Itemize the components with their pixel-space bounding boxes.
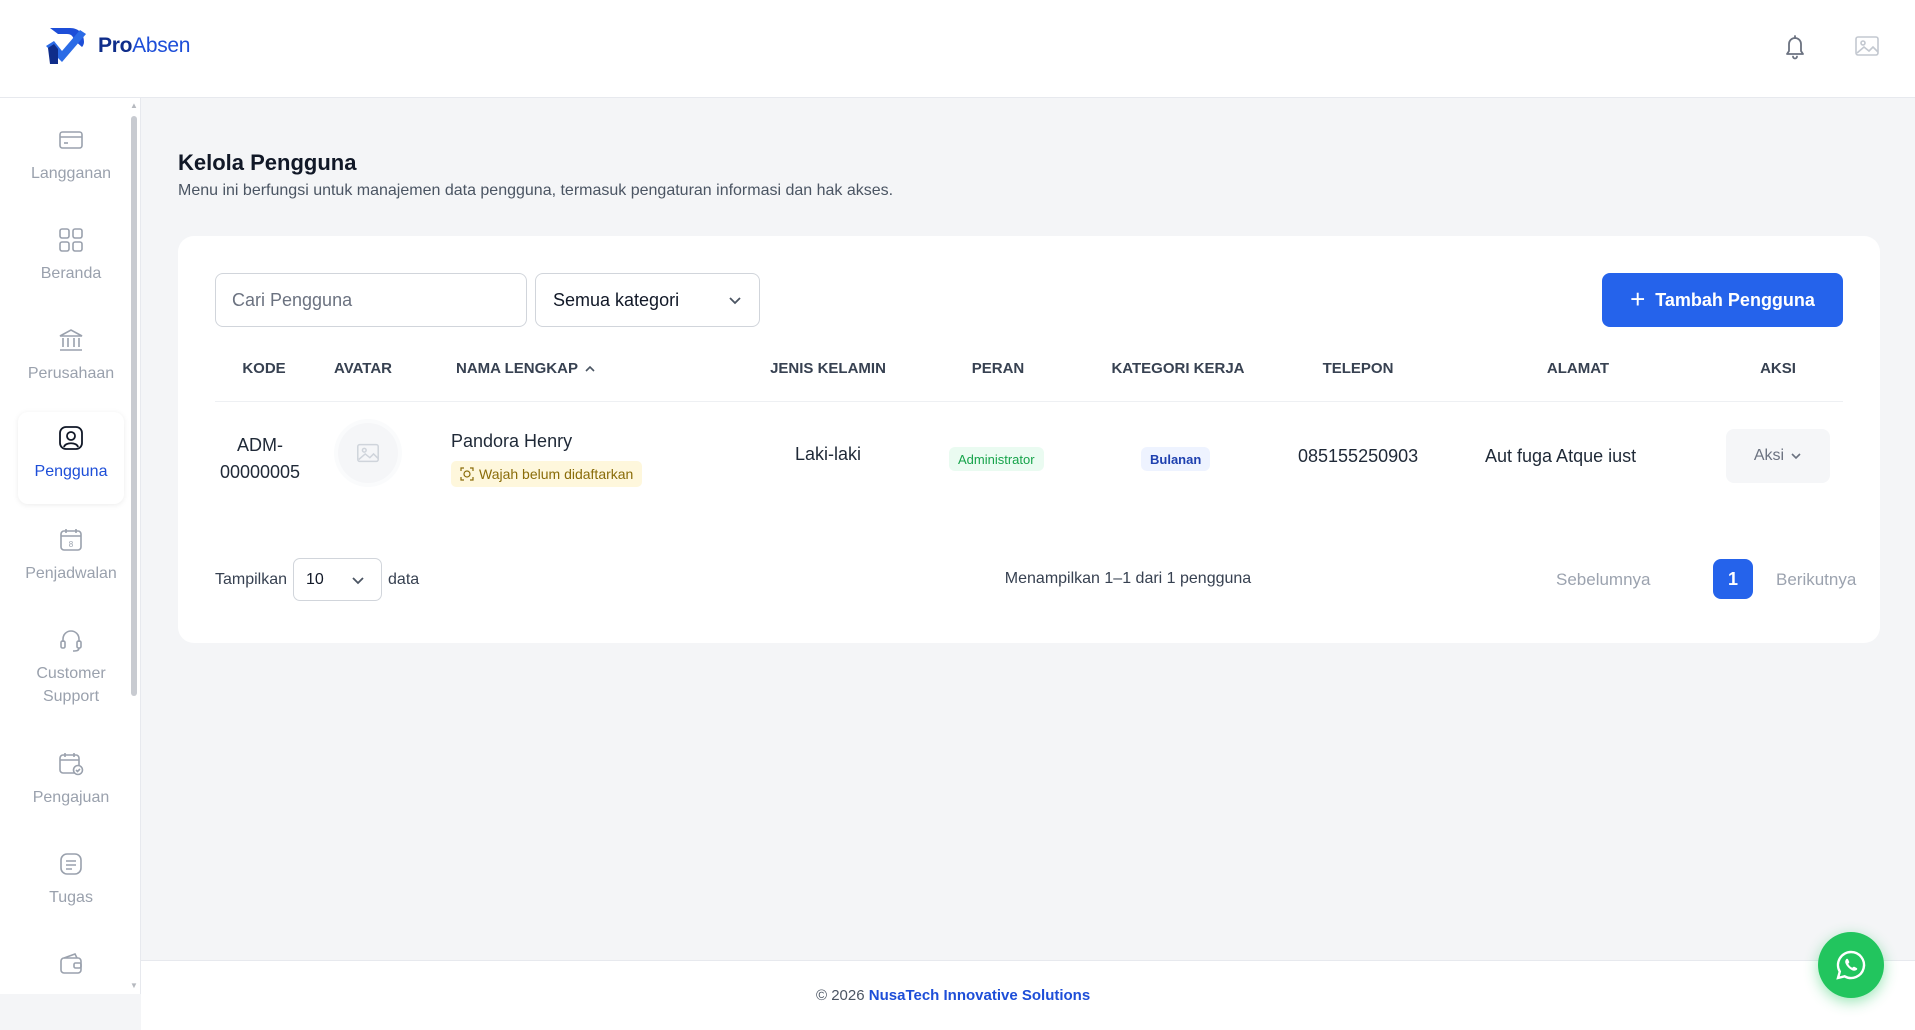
per-page-control: Tampilkan 10 data <box>215 558 419 601</box>
face-scan-icon <box>460 467 474 481</box>
user-circle-icon <box>59 426 83 450</box>
user-address: Aut fuga Atque iust <box>1485 446 1637 466</box>
plus-icon: + <box>1630 283 1646 314</box>
sidebar-item-pengajuan[interactable]: Pengajuan <box>18 738 124 830</box>
top-bar: ProAbsen <box>0 0 1915 98</box>
sidebar-item-label: Beranda <box>40 265 102 282</box>
column-header-aksi: AKSI <box>1760 360 1796 377</box>
credit-card-icon <box>59 131 83 149</box>
page-description: Menu ini berfungsi untuk manajemen data … <box>178 182 894 199</box>
row-action-button[interactable]: Aksi <box>1726 429 1830 483</box>
face-status-badge: Wajah belum didaftarkan <box>451 461 643 487</box>
per-page-select[interactable]: 10 <box>293 558 383 601</box>
user-avatar-icon[interactable] <box>1853 32 1881 60</box>
chevron-down-icon <box>352 577 364 585</box>
role-badge: Administrator <box>949 447 1044 471</box>
bank-building-icon <box>59 329 83 351</box>
category-select-value: Semua kategori <box>553 289 680 310</box>
sidebar-item-customer-support[interactable]: Customer Support <box>18 614 124 724</box>
sidebar-scrollbar[interactable]: ▲ ▼ <box>130 102 138 990</box>
per-page-suffix: data <box>388 570 420 588</box>
sidebar-item-beranda[interactable]: Beranda <box>18 214 124 306</box>
proabsen-logo-icon <box>46 28 86 64</box>
sidebar-item-label: Pengguna <box>34 463 108 480</box>
column-header-telepon: TELEPON <box>1322 360 1394 377</box>
column-header-nama-lengkap[interactable]: NAMA LENGKAP <box>446 360 606 377</box>
scrollbar-thumb[interactable] <box>131 116 137 696</box>
brand-name: ProAbsen <box>98 34 191 57</box>
task-list-icon <box>60 853 82 875</box>
column-header-peran: PERAN <box>971 360 1025 377</box>
headset-icon <box>60 630 82 652</box>
chevron-down-icon <box>1791 453 1801 460</box>
pagination-summary: Menampilkan 1–1 dari 1 pengguna <box>1004 570 1252 587</box>
notification-bell-icon[interactable] <box>1781 32 1809 60</box>
sidebar-item-wallet[interactable] <box>18 938 124 994</box>
company-link[interactable]: NusaTech Innovative Solutions <box>869 987 1090 1004</box>
calendar-check-icon <box>59 753 84 776</box>
whatsapp-icon <box>1836 950 1866 980</box>
dashboard-grid-icon <box>59 228 83 252</box>
sidebar-item-label: Perusahaan <box>27 365 115 382</box>
sidebar-item-pengguna[interactable]: Pengguna <box>18 412 124 504</box>
sidebar-item-langganan[interactable]: Langganan <box>18 114 124 206</box>
work-category-badge: Bulanan <box>1141 447 1211 471</box>
column-header-alamat: ALAMAT <box>1546 360 1610 377</box>
header-divider <box>215 401 1843 402</box>
user-code: ADM- 00000005 <box>219 435 301 482</box>
per-page-label: Tampilkan <box>215 570 288 588</box>
user-full-name: Pandora Henry <box>451 431 573 451</box>
column-header-label: NAMA LENGKAP <box>456 360 578 377</box>
wallet-icon <box>60 953 82 974</box>
category-select[interactable]: Semua kategori <box>535 273 760 327</box>
column-header-kategori-kerja: KATEGORI KERJA <box>1111 360 1245 377</box>
scroll-down-icon[interactable]: ▼ <box>130 982 138 990</box>
column-header-avatar: AVATAR <box>333 360 393 377</box>
scroll-up-icon[interactable]: ▲ <box>130 102 138 110</box>
whatsapp-chat-button[interactable] <box>1818 932 1884 998</box>
search-input[interactable] <box>215 273 527 327</box>
sidebar-item-label: Customer Support <box>36 665 106 705</box>
image-placeholder-icon <box>357 443 379 463</box>
add-user-label: Tambah Pengguna <box>1655 289 1815 310</box>
brand-logo[interactable]: ProAbsen <box>44 24 190 68</box>
sidebar-item-label: Penjadwalan <box>25 565 117 582</box>
user-gender: Laki-laki <box>794 444 862 464</box>
chevron-down-icon <box>729 297 741 305</box>
page-number-button[interactable]: 1 <box>1713 559 1753 599</box>
sidebar-item-label: Tugas <box>49 889 93 906</box>
page-title: Kelola Pengguna <box>178 150 357 175</box>
sidebar-item-perusahaan[interactable]: Perusahaan <box>18 314 124 406</box>
users-card: Semua kategori + Tambah Pengguna KODE AV… <box>178 236 1880 643</box>
sidebar: Langganan Beranda Perusahaan Pengguna 8 … <box>0 98 141 994</box>
sidebar-item-penjadwalan[interactable]: 8 Penjadwalan <box>18 514 124 606</box>
user-phone: 085155250903 <box>1298 446 1419 466</box>
add-user-button[interactable]: + Tambah Pengguna <box>1602 273 1843 327</box>
next-page-button[interactable]: Berikutnya <box>1776 570 1856 590</box>
sort-ascending-icon <box>585 365 595 372</box>
column-header-jenis-kelamin: JENIS KELAMIN <box>770 360 886 377</box>
sidebar-item-tugas[interactable]: Tugas <box>18 838 124 930</box>
footer: © 2026 NusaTech Innovative Solutions <box>141 960 1915 1030</box>
svg-text:8: 8 <box>69 540 74 549</box>
avatar <box>338 423 398 483</box>
copyright-text: © 2026 NusaTech Innovative Solutions <box>816 987 1091 1004</box>
calendar-icon: 8 <box>60 529 82 551</box>
prev-page-button[interactable]: Sebelumnya <box>1556 570 1651 590</box>
sidebar-item-label: Pengajuan <box>32 789 110 806</box>
sidebar-item-label: Langganan <box>30 165 112 182</box>
column-header-kode: KODE <box>242 360 286 377</box>
